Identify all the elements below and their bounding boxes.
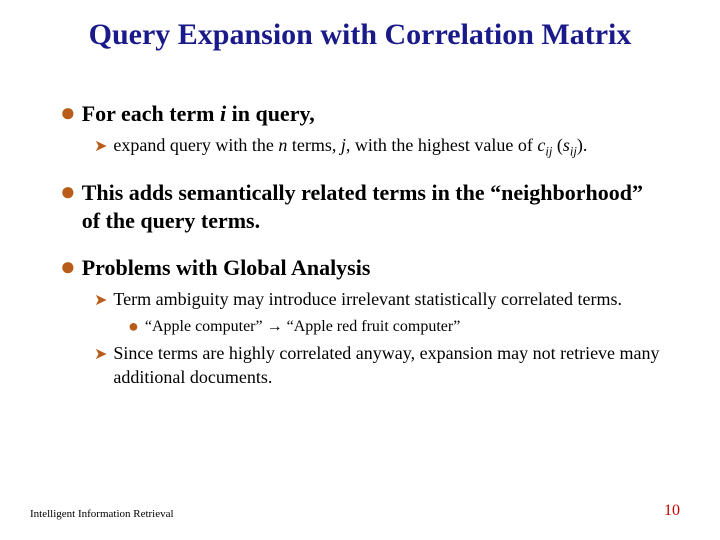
t: ( [552,135,563,155]
bullet-3-sub-2: ➤ Since terms are highly correlated anyw… [94,342,660,389]
t: in query, [226,101,315,126]
bullet-3-sub-2-text: Since terms are highly correlated anyway… [113,342,660,389]
t: expand query with the [113,135,278,155]
dot-icon: ● [128,317,139,335]
t: For each term [82,101,220,126]
bullet-2: ● This adds semantically related terms i… [60,179,660,234]
bullet-3-text: Problems with Global Analysis [82,254,371,282]
footer-left: Intelligent Information Retrieval [30,508,174,520]
bullet-3-sub-1-a: ● “Apple computer” → “Apple red fruit co… [128,317,660,338]
bullet-1-sub-1-text: expand query with the n terms, j, with t… [113,134,587,160]
bullet-1: ● For each term i in query, [60,100,660,128]
slide-title: Query Expansion with Correlation Matrix [0,18,720,52]
arrow-icon: ➤ [94,136,107,156]
t: terms, [287,135,341,155]
bullet-1-sub-1: ➤ expand query with the n terms, j, with… [94,134,660,160]
dot-icon: ● [60,179,76,205]
dot-icon: ● [60,254,76,280]
arrow-icon: ➤ [94,344,107,364]
slide-number: 10 [664,502,680,520]
bullet-3-sub-1: ➤ Term ambiguity may introduce irrelevan… [94,288,660,311]
t: ij [570,144,577,158]
dot-icon: ● [60,100,76,126]
t: ). [577,135,588,155]
bullet-2-text: This adds semantically related terms in … [82,179,660,234]
bullet-3-sub-1-text: Term ambiguity may introduce irrelevant … [113,288,622,311]
bullet-1-text: For each term i in query, [82,100,315,128]
arrow-icon: ➤ [94,290,107,310]
bullet-3-sub-1-a-text: “Apple computer” → “Apple red fruit comp… [145,317,460,338]
t: s [563,135,570,155]
slide: Query Expansion with Correlation Matrix … [0,0,720,540]
t: n [278,135,287,155]
slide-body: ● For each term i in query, ➤ expand que… [60,100,660,395]
t: , with the highest value of [346,135,537,155]
bullet-3: ● Problems with Global Analysis [60,254,660,282]
